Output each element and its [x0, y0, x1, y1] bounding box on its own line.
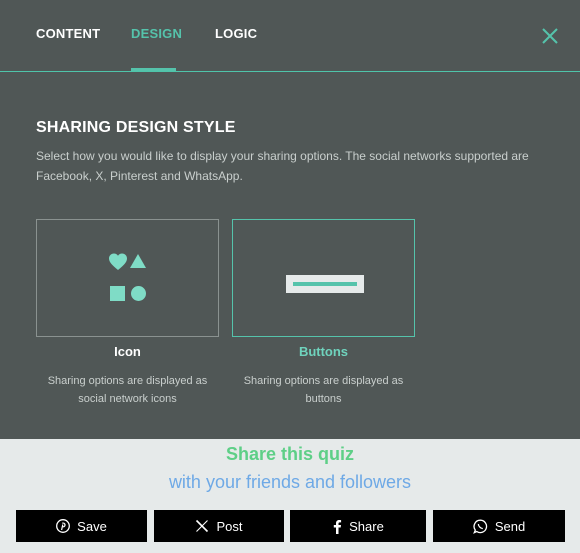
facebook-share-button[interactable]: Share [290, 510, 426, 542]
whatsapp-send-button[interactable]: Send [433, 510, 565, 542]
option-buttons-card[interactable] [232, 219, 415, 337]
close-icon[interactable] [540, 26, 560, 46]
shapes-icon [109, 253, 146, 301]
section-title: SHARING DESIGN STYLE [36, 119, 236, 136]
whatsapp-icon [472, 519, 487, 534]
option-icon-card[interactable] [36, 219, 219, 337]
preview-subtitle: with your friends and followers [168, 472, 412, 492]
option-buttons-label: Buttons [298, 344, 349, 359]
option-buttons-description: Sharing options are displayed as buttons [243, 375, 404, 405]
tab-bar: CONTENT DESIGN LOGIC [0, 0, 580, 72]
pinterest-icon [56, 519, 71, 533]
option-icon-description: Sharing options are displayed as social … [47, 375, 208, 405]
share-preview: Share this quiz with your friends and fo… [0, 439, 580, 553]
preview-title: Share this quiz [225, 444, 355, 464]
section-description: Select how you would like to display you… [36, 149, 529, 183]
x-post-label: Post [216, 518, 243, 534]
design-panel: CONTENT DESIGN LOGIC SHARING DESIGN STYL… [0, 0, 580, 553]
pinterest-save-label: Save [77, 518, 107, 534]
option-icon-label: Icon [114, 344, 141, 359]
facebook-share-label: Share [349, 518, 384, 534]
whatsapp-send-label: Send [494, 518, 526, 534]
button-preview-icon [286, 275, 364, 293]
tab-design[interactable]: DESIGN [131, 26, 182, 41]
active-tab-indicator [131, 68, 176, 71]
x-post-button[interactable]: Post [154, 510, 284, 542]
facebook-icon [333, 519, 342, 534]
pinterest-save-button[interactable]: Save [16, 510, 147, 542]
tab-content[interactable]: CONTENT [36, 26, 100, 41]
tab-logic[interactable]: LOGIC [215, 26, 257, 41]
x-icon [196, 519, 209, 533]
